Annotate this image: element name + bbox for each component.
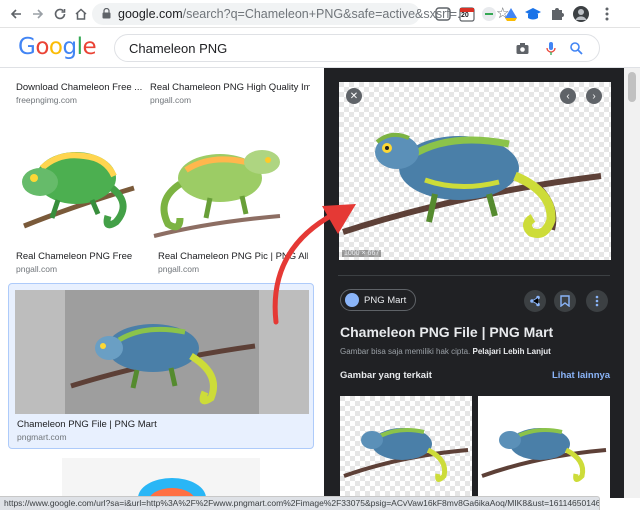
copyright-text: Gambar bisa saja memiliki hak cipta. (340, 347, 471, 356)
more-vert-icon (605, 7, 609, 21)
scrollbar-thumb[interactable] (628, 72, 636, 102)
learn-more-link[interactable]: Pelajari Lebih Lanjut (473, 347, 551, 356)
result-card-selected[interactable]: Chameleon PNG File | PNG Mart pngmart.co… (8, 283, 314, 449)
close-button[interactable]: ✕ (346, 88, 362, 104)
reload-icon (54, 8, 66, 20)
lock-icon (102, 8, 111, 19)
close-icon: ✕ (349, 90, 359, 102)
image-preview-panel: 1000 × 667 ✕ ‹ › PNG Mart Chameleon PNG … (324, 68, 624, 498)
url-host: google.com (118, 7, 183, 21)
avatar (573, 6, 589, 22)
chevron-left-icon: ‹ (566, 90, 570, 102)
reload-button[interactable] (50, 4, 70, 24)
extension-g[interactable] (480, 5, 498, 23)
arrow-left-icon (10, 9, 21, 19)
pocket-icon (435, 7, 451, 21)
related-image[interactable] (478, 396, 610, 498)
browser-toolbar: google.com/search?q=Chameleon+PNG&safe=a… (0, 0, 640, 28)
url-text: google.com/search?q=Chameleon+PNG&safe=a… (118, 7, 468, 21)
google-header: Google Chameleon PNG (0, 28, 640, 68)
extensions-button[interactable] (548, 5, 566, 23)
previous-button[interactable]: ‹ (560, 88, 576, 104)
result-caption[interactable]: Download Chameleon Free ... (16, 82, 144, 93)
browser-menu-button[interactable] (598, 5, 616, 23)
result-caption[interactable]: Real Chameleon PNG Free D... (16, 251, 134, 262)
share-icon (530, 295, 540, 307)
image-title[interactable]: Chameleon PNG File | PNG Mart (340, 324, 553, 340)
result-source: pngall.com (150, 95, 192, 105)
google-logo[interactable]: Google (18, 34, 97, 60)
url-path: /search?q=Chameleon+PNG&safe=active&sxsr… (182, 7, 468, 21)
home-icon (75, 8, 87, 20)
next-button[interactable]: › (586, 88, 602, 104)
address-bar[interactable]: google.com/search?q=Chameleon+PNG&safe=a… (92, 3, 509, 25)
globe-icon (345, 293, 359, 307)
profile-avatar[interactable] (572, 5, 590, 23)
result-thumbnail[interactable] (16, 68, 130, 74)
search-box[interactable]: Chameleon PNG (114, 34, 600, 62)
page-scrollbar[interactable] (624, 68, 640, 498)
site-chip[interactable]: PNG Mart (340, 289, 417, 311)
result-caption[interactable]: Chameleon PNG File | PNG Mart (17, 419, 257, 430)
related-image[interactable] (340, 396, 472, 498)
result-source: pngall.com (158, 264, 200, 274)
extension-pocket[interactable] (434, 5, 452, 23)
extension-calendar[interactable]: 20 (458, 5, 476, 23)
more-vert-icon (595, 295, 599, 307)
search-input[interactable]: Chameleon PNG (129, 41, 227, 56)
image-results-grid: Download Chameleon Free ... freepngimg.c… (0, 68, 324, 498)
result-thumbnail[interactable] (14, 118, 138, 246)
preview-image[interactable] (339, 82, 611, 260)
microphone-icon[interactable] (545, 41, 557, 56)
result-caption[interactable]: Real Chameleon PNG Pic | PNG All (158, 251, 308, 262)
back-button[interactable] (6, 4, 26, 24)
camera-icon[interactable] (515, 41, 530, 56)
result-thumbnail[interactable] (148, 68, 264, 74)
see-more-link[interactable]: Lihat lainnya (552, 370, 610, 381)
result-thumbnail[interactable] (150, 118, 284, 246)
result-caption[interactable]: Real Chameleon PNG High Quality Ima... (150, 82, 310, 93)
divider (338, 275, 610, 276)
puzzle-icon (552, 8, 564, 20)
graduation-cap-icon (525, 8, 541, 20)
browser-window: google.com/search?q=Chameleon+PNG&safe=a… (0, 0, 640, 510)
related-heading: Gambar yang terkait (340, 370, 432, 381)
chevron-right-icon: › (592, 90, 596, 102)
save-button[interactable] (554, 290, 576, 312)
site-name: PNG Mart (364, 294, 407, 306)
arrow-right-icon (33, 9, 44, 19)
extension-badge: 20 (461, 12, 469, 19)
result-thumbnail[interactable] (62, 458, 260, 498)
result-source: freepngimg.com (16, 95, 77, 105)
home-button[interactable] (71, 4, 91, 24)
more-options-button[interactable] (586, 290, 608, 312)
extension-cap[interactable] (524, 5, 542, 23)
search-icon[interactable] (569, 41, 584, 56)
g-icon (482, 7, 496, 21)
image-dimensions: 1000 × 667 (342, 250, 382, 257)
result-thumbnail[interactable] (15, 290, 309, 414)
status-bar-url: https://www.google.com/url?sa=i&url=http… (0, 496, 600, 510)
share-button[interactable] (524, 290, 546, 312)
result-source: pngall.com (16, 264, 58, 274)
forward-button[interactable] (28, 4, 48, 24)
copyright-notice: Gambar bisa saja memiliki hak cipta. Pel… (340, 347, 551, 356)
extension-drive[interactable] (502, 5, 520, 23)
result-source: pngmart.com (17, 432, 67, 442)
bookmark-icon (560, 295, 570, 307)
drive-icon (505, 8, 517, 21)
